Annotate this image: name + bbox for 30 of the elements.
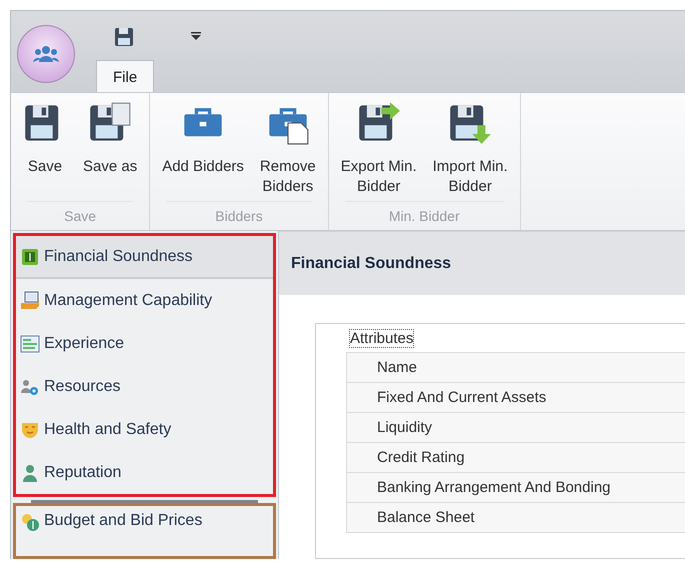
ribbon-button[interactable]: Add Bidders: [156, 96, 250, 201]
ribbon-button[interactable]: Import Min. Bidder: [426, 96, 514, 201]
ribbon-button[interactable]: Export Min. Bidder: [334, 96, 423, 201]
table-row[interactable]: Credit Rating: [346, 442, 685, 472]
table-row[interactable]: Banking Arrangement And Bonding: [346, 472, 685, 502]
nav-item[interactable]: Budget and Bid Prices: [16, 506, 273, 556]
ribbon-button[interactable]: Save: [17, 96, 73, 201]
table-row[interactable]: Fixed And Current Assets: [346, 382, 685, 412]
table-row[interactable]: Name: [346, 352, 685, 382]
nav-item[interactable]: Health and Safety: [16, 408, 273, 451]
dropdown-icon[interactable]: [191, 32, 201, 40]
file-tab[interactable]: File: [96, 60, 154, 92]
panel-title: Financial Soundness: [279, 231, 685, 295]
nav-item[interactable]: Management Capability: [16, 279, 273, 322]
table-row[interactable]: Balance Sheet: [346, 502, 685, 533]
column-header[interactable]: Attributes: [350, 330, 414, 346]
nav-item[interactable]: Resources: [16, 365, 273, 408]
nav-item[interactable]: Reputation: [16, 451, 273, 494]
coins-icon: [20, 512, 40, 532]
table-row[interactable]: Liquidity: [346, 412, 685, 442]
ribbon-button[interactable]: Save as: [77, 96, 144, 201]
group-label: Bidders: [166, 201, 312, 230]
nav-item[interactable]: Experience: [16, 322, 273, 365]
ribbon-button[interactable]: Remove Bidders: [254, 96, 322, 201]
list-icon: [20, 334, 40, 354]
group-label: Min. Bidder: [344, 201, 504, 230]
person-icon: [20, 462, 40, 482]
people-icon: [33, 44, 59, 64]
nav-item[interactable]: Financial Soundness: [16, 236, 273, 279]
group-label: Save: [27, 201, 134, 230]
